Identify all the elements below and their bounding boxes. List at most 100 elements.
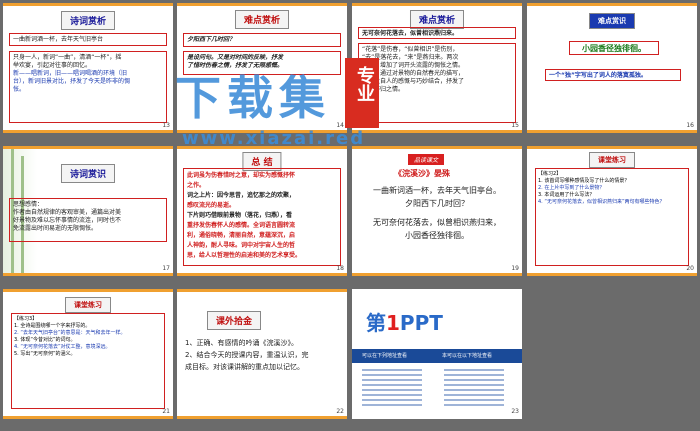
slide-number: 18 [336, 265, 344, 272]
watermark-badge-text: 专业 [354, 66, 375, 102]
logo-char: 第 [366, 311, 386, 335]
homework-text: 1、正确、有感情的吟诵《浣溪沙》。 2、结合今天的授课内容，重温认识，完 成目标… [185, 337, 341, 373]
link-grid-left[interactable] [362, 369, 422, 409]
slide-title: 课外拾金 [207, 311, 262, 330]
slide-title: 难点赏析 [234, 10, 290, 29]
slide-17[interactable]: 诗词赏识 思想感情： 作者由自然规律的客观审美，通篇出对美 好景物及难以忘怀事情… [3, 146, 173, 276]
poem-body: 一曲新词酒一杯，去年天气旧亭台。 夕阳西下几时回？ 无可奈何花落去，似曾相识燕归… [362, 184, 512, 242]
poem-line: 无可奈何花落去，似曾相识燕归来。 [362, 30, 459, 37]
summary-box: 此词虽为伤春惜时之意，却实为感慨抒怀 之作。 词之上片：因今思昔，追忆那之的欢聚… [183, 168, 341, 266]
slide-number: 23 [511, 408, 519, 415]
slide-number: 19 [511, 265, 519, 272]
text-line: 只身一人，新词“一曲”，清酒“一杯”，摇 [13, 54, 122, 61]
slide-21[interactable]: 课堂练习 【练习3】 1. 全诗是围绕哪一个字来抒写的。 2. “去年天气旧亭台… [3, 289, 173, 419]
slide-top-bar [352, 3, 522, 6]
blue-banner: 可以在下列地址查看 本可以在以下地址查看 [352, 349, 522, 363]
reading-badge: 品读课文 [408, 154, 445, 165]
slide-bottom-bar [527, 273, 697, 276]
text-line: 成目标。对该课讲解的重点加以记忆。 [185, 363, 304, 371]
text-line: 4. “无可奈何花落去”对仗工整，意境深远。 [14, 344, 111, 350]
text-line: 5. 写出“无可奈何”的涵义。 [14, 351, 76, 357]
poem-line-box: 无可奈何花落去，似曾相识燕归来。 [358, 27, 516, 39]
slide-16[interactable]: 难点赏识 小园香径独徘徊。 一个“独”字写出了词人的落寞孤独。 16 [527, 3, 697, 133]
text-line: 【练习2】 [538, 171, 562, 177]
slide-23[interactable]: 第1PPT 可以在下列地址查看 本可以在以下地址查看 23 [352, 289, 522, 419]
text-line: 免流露出时间易逝的无限惆怅。 [13, 225, 98, 232]
text-line: 【练习3】 [14, 316, 38, 322]
link-grid-right[interactable] [444, 369, 504, 409]
poem-line: 一曲新词酒一杯，去年天气旧亭台 [13, 36, 104, 43]
ppt-logo: 第1PPT [366, 307, 443, 336]
text-line: 对比，增加了词开头流露的惆怅之情。 [362, 62, 465, 69]
slide-top-bar [527, 3, 697, 6]
text-line: 4. “无可奈何花落去，似曾相识燕归来”两句有哪些特色？ [538, 199, 665, 205]
highlight-text: 小园香径独徘徊。 [582, 44, 646, 53]
poem-line: 一曲新词酒一杯，去年天气旧亭台。 [373, 186, 501, 195]
slide-top-bar [3, 146, 173, 149]
text-line: 2、结合今天的授课内容，重温认识，完 [185, 351, 309, 359]
text-line: 表现发自人的感慨与巧妙结合，抒发了 [362, 78, 465, 85]
slide-bottom-bar [352, 273, 522, 276]
text-line: 3. 本词运用了什么写法？ [538, 192, 595, 198]
text-line: 之作。 [187, 182, 206, 189]
slide-title: 《浣溪沙》晏殊 [394, 169, 450, 178]
text-line: 举欢宴，引起对往事的回忆。 [13, 62, 92, 69]
slide-22[interactable]: 课外拾金 1、正确、有感情的吟诵《浣溪沙》。 2、结合今天的授课内容，重温认识，… [177, 289, 347, 419]
text-line: 2. “去年天气旧亭台”的意思是：天气和去年一样。 [14, 330, 126, 336]
text-line: 怅。 [13, 86, 26, 93]
slide-top-bar [3, 3, 173, 6]
text-line: 3. 体现“今昔对比”的词句。 [14, 337, 76, 343]
analysis-box: “花落”是伤春，“似曾相识”是伤别， “去”是落花去，“来”是燕归来。两次 对比… [358, 43, 516, 123]
slide-top-bar [3, 289, 173, 292]
text-line: 作者由自然规律的客观审美，通篇出对美 [13, 209, 122, 216]
slide-13[interactable]: 诗词赏析 一曲新词酒一杯，去年天气旧亭台 只身一人，新词“一曲”，清酒“一杯”，… [3, 3, 173, 133]
text-line: 人神韵，耐人寻味。词中对宇宙人生的哲 [187, 242, 296, 249]
slide-top-bar [527, 146, 697, 149]
slide-title: 诗词赏识 [60, 164, 116, 183]
slide-number: 16 [686, 122, 694, 129]
text-line: 赏析：通过对景物的自然春光的描写， [362, 70, 465, 77]
text-line: 2. 在上片中写到了什么景物？ [538, 185, 605, 191]
slide-number: 17 [162, 265, 170, 272]
slide-title: 难点赏识 [589, 13, 635, 29]
slide-bottom-bar [177, 273, 347, 276]
slide-bottom-bar [3, 416, 173, 419]
slide-number: 20 [686, 265, 694, 272]
logo-one: 1 [386, 311, 400, 335]
slide-number: 21 [162, 408, 170, 415]
text-line: 台），新词旧景对比，抒发了今天是昨非的惆 [13, 78, 131, 85]
text-line: 伤别怀归之情。 [362, 86, 405, 93]
poem-line-box: 一曲新词酒一杯，去年天气旧亭台 [9, 33, 167, 46]
text-line: 1. 全诗是围绕哪一个字来抒写的。 [14, 323, 91, 329]
text-line: 好景物及难以忘怀事情的流连，同时也不 [13, 217, 122, 224]
slide-number: 15 [511, 122, 519, 129]
slide-title: 课堂练习 [589, 152, 635, 168]
analysis-box: 只身一人，新词“一曲”，清酒“一杯”，摇 举欢宴，引起对往事的回忆。 新——唱新… [9, 51, 167, 123]
text-line: 词之上片：因今思昔，追忆那之的欢聚， [187, 192, 296, 199]
text-line: 思，给人以哲理性的启迪和美的艺术享受。 [187, 252, 302, 259]
slide-19[interactable]: 品读课文 《浣溪沙》晏殊 一曲新词酒一杯，去年天气旧亭台。 夕阳西下几时回？ 无… [352, 146, 522, 276]
slide-top-bar [177, 3, 347, 6]
slide-number: 13 [162, 122, 170, 129]
note-text: 一个“独”字写出了词人的落寞孤独。 [549, 72, 647, 79]
poem-line: 夕阳西下几时回？ [405, 199, 469, 208]
slide-bottom-bar [3, 273, 173, 276]
text-line: “去”是落花去，“来”是燕归来。两次 [362, 54, 459, 61]
note-box: 一个“独”字写出了词人的落寞孤独。 [545, 69, 681, 81]
slide-top-bar [352, 146, 522, 149]
text-line: 思想感情： [13, 201, 44, 208]
text-line: 重抒发伤春怀人的感情。全词语言圆转流 [187, 222, 296, 229]
slide-bottom-bar [3, 130, 173, 133]
logo-ppt: PPT [399, 311, 443, 335]
slide-20[interactable]: 课堂练习 【练习2】 1. 该首词写哪种感情及写了什么的情景？ 2. 在上片中写… [527, 146, 697, 276]
slide-title: 诗词赏析 [60, 11, 116, 30]
slide-18[interactable]: 总 结 此词虽为伤春惜时之意，却实为感慨抒怀 之作。 词之上片：因今思昔，追忆那… [177, 146, 347, 276]
text-line: 1. 该首词写哪种感情及写了什么的情景？ [538, 178, 630, 184]
watermark-title: 下载集 [175, 71, 331, 125]
text-line: 1、正确、有感情的吟诵《浣溪沙》。 [185, 339, 298, 347]
slide-bottom-bar [352, 130, 522, 133]
text-line: 此词虽为伤春惜时之意，却实为感慨抒怀 [187, 172, 296, 179]
text-line: 利，通俗晓畅，清丽自然，意蕴深沉，启 [187, 232, 296, 239]
slide-top-bar [177, 289, 347, 292]
poem-line: 小园香径独徘徊。 [405, 231, 469, 240]
